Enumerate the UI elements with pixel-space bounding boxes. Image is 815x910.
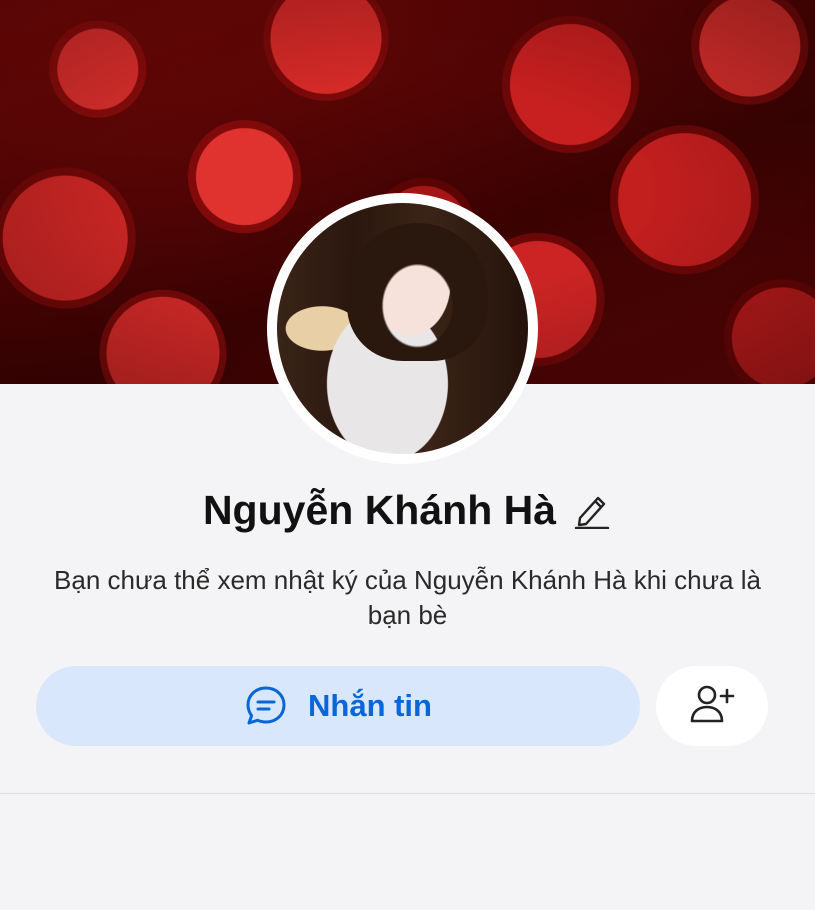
avatar[interactable]	[277, 203, 528, 454]
pencil-icon[interactable]	[574, 491, 612, 529]
section-divider	[0, 793, 815, 794]
privacy-notice: Bạn chưa thể xem nhật ký của Nguyễn Khán…	[54, 565, 761, 630]
add-friend-button[interactable]	[656, 666, 768, 746]
profile-name: Nguyễn Khánh Hà	[202, 486, 557, 533]
message-button-label: Nhắn tin	[308, 688, 432, 723]
avatar-hair-shape	[347, 223, 488, 362]
profile-name-row: Nguyễn Khánh Hà	[0, 484, 815, 536]
message-button[interactable]: Nhắn tin	[36, 666, 640, 746]
chat-bubble-icon	[244, 684, 288, 728]
add-friend-icon	[689, 684, 735, 729]
